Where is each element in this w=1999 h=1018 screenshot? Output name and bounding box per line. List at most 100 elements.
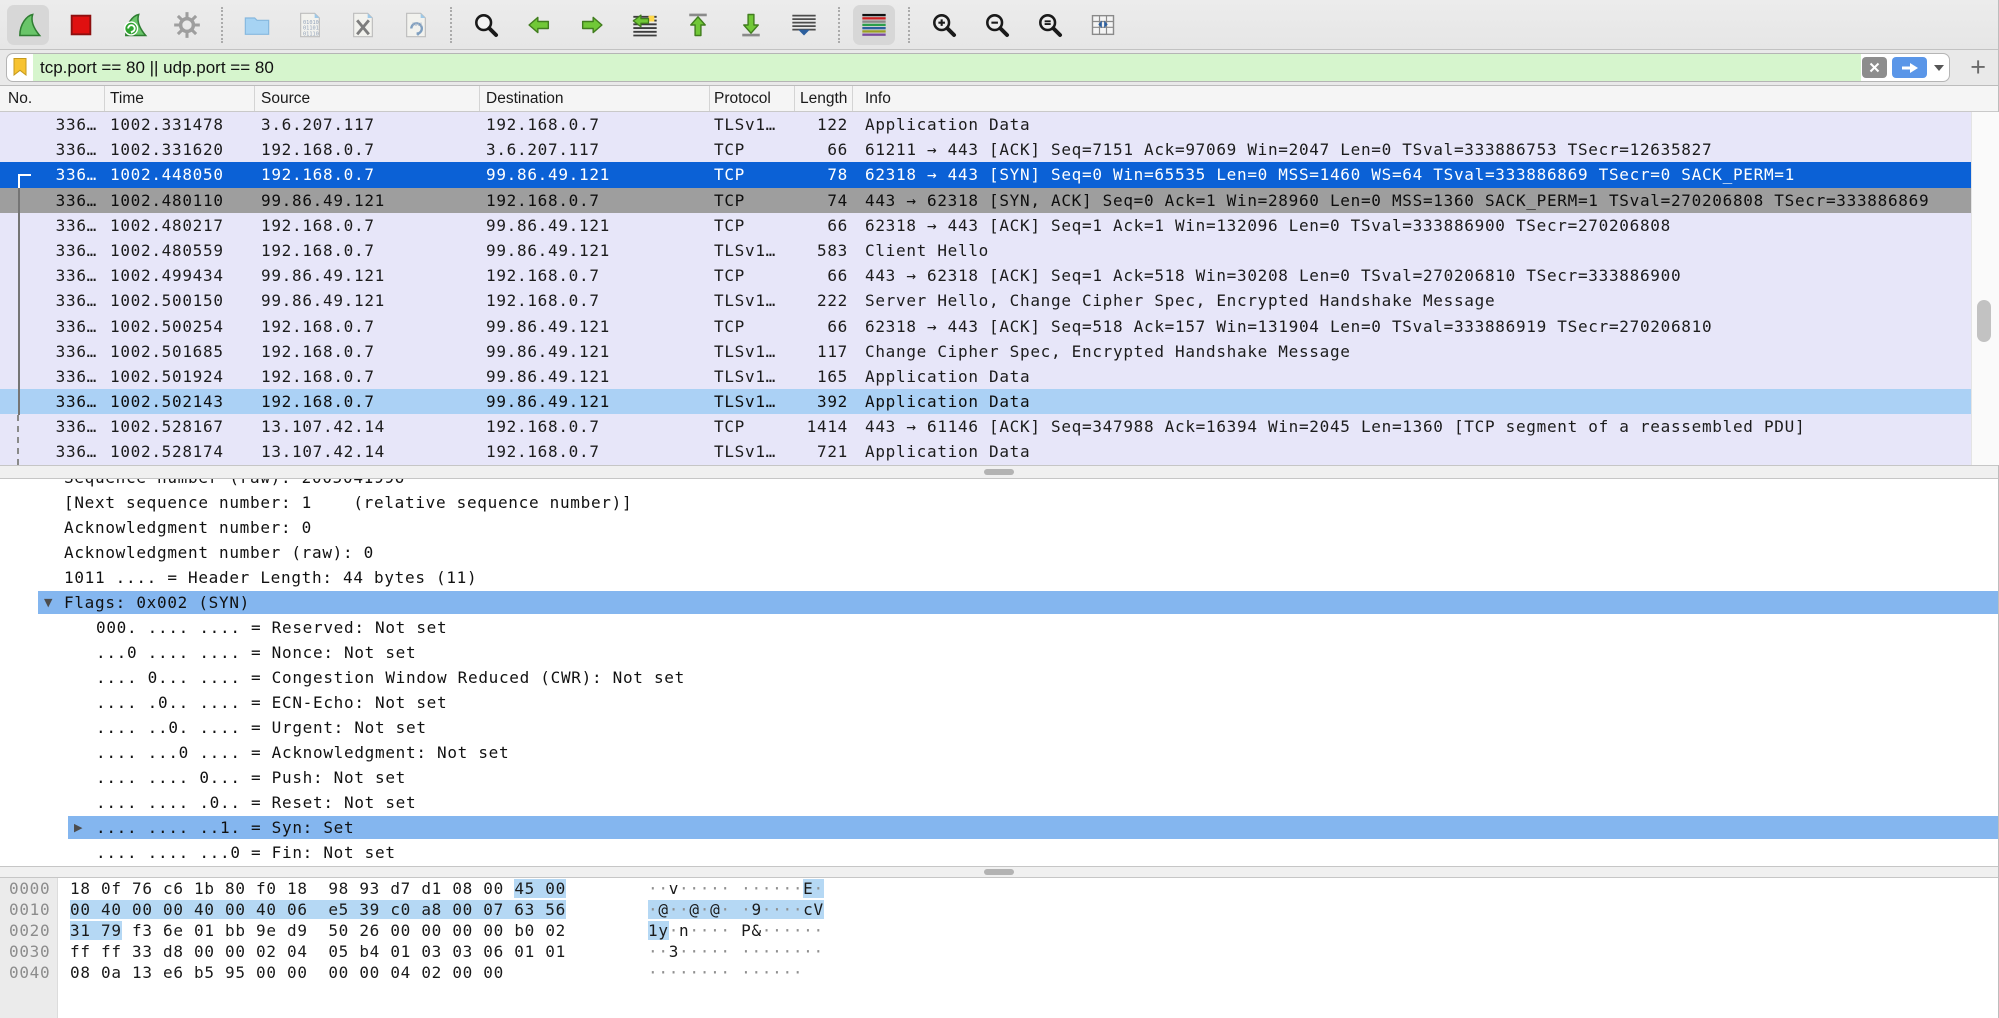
splitter-grip[interactable] [984, 469, 1014, 475]
packet-row[interactable]: 336…1002.501924192.168.0.799.86.49.121TL… [0, 364, 1998, 389]
colorize-button[interactable] [853, 5, 895, 45]
stop-capture-button[interactable] [60, 5, 102, 45]
zoom-reset-icon [1036, 11, 1064, 39]
bookmark-icon[interactable] [13, 58, 27, 81]
go-back-button[interactable] [518, 5, 560, 45]
detail-line[interactable]: .... .... 0... = Push: Not set [0, 765, 1998, 790]
detail-line[interactable]: .... .... ...0 = Fin: Not set [0, 840, 1998, 865]
detail-line[interactable]: 1011 .... = Header Length: 44 bytes (11) [0, 565, 1998, 590]
start-capture-button[interactable] [7, 5, 49, 45]
scrollbar-thumb[interactable] [1977, 300, 1991, 342]
go-first-button[interactable] [677, 5, 719, 45]
clear-filter-button[interactable] [1862, 57, 1887, 78]
zoom-in-button[interactable] [923, 5, 965, 45]
hex-bytes: 31 79 f3 6e 01 bb 9e d9 50 26 00 00 00 0… [70, 921, 566, 940]
resize-columns-button[interactable] [1082, 5, 1124, 45]
hex-row[interactable]: 0030ff ff 33 d8 00 00 02 04 05 b4 01 03 … [0, 941, 1998, 962]
cell-len: 78 [795, 162, 853, 187]
packet-row[interactable]: 336…1002.480217192.168.0.799.86.49.121TC… [0, 213, 1998, 238]
save-file-button[interactable]: 010100110101110 [289, 5, 331, 45]
cell-len: 66 [795, 314, 853, 339]
hex-ascii: ··v····· ······E· [648, 878, 824, 899]
column-header-no[interactable]: No. [0, 86, 105, 111]
detail-line[interactable]: Acknowledgment number (raw): 0 [0, 540, 1998, 565]
arrow-left-icon [525, 11, 553, 39]
detail-line[interactable]: ...0 .... .... = Nonce: Not set [0, 640, 1998, 665]
cell-dst: 99.86.49.121 [480, 389, 710, 414]
find-packet-button[interactable] [465, 5, 507, 45]
pane-splitter[interactable] [0, 866, 1998, 878]
splitter-grip[interactable] [984, 869, 1014, 875]
detail-line[interactable]: Sequence number (raw): 2005041996 [0, 479, 1998, 490]
cell-len: 66 [795, 137, 853, 162]
filter-dropdown-caret[interactable] [1934, 65, 1944, 71]
filter-query-text[interactable]: tcp.port == 80 || udp.port == 80 [40, 54, 274, 81]
pane-splitter[interactable] [0, 465, 1998, 479]
filter-input[interactable]: tcp.port == 80 || udp.port == 80 [6, 53, 1950, 82]
search-icon [472, 11, 500, 39]
hex-row[interactable]: 004008 0a 13 e6 b5 95 00 00 00 00 04 02 … [0, 962, 1998, 983]
detail-line[interactable]: .... .0.. .... = ECN-Echo: Not set [0, 690, 1998, 715]
column-header-source[interactable]: Source [255, 86, 480, 111]
packet-row[interactable]: 336…1002.48011099.86.49.121192.168.0.7TC… [0, 188, 1998, 213]
detail-line[interactable]: .... ..0. .... = Urgent: Not set [0, 715, 1998, 740]
packet-row[interactable]: 336…1002.480559192.168.0.799.86.49.121TL… [0, 238, 1998, 263]
packet-row[interactable]: 336…1002.502143192.168.0.799.86.49.121TL… [0, 389, 1998, 414]
toolbar-separator [908, 7, 910, 43]
close-file-button[interactable] [342, 5, 384, 45]
column-header-protocol[interactable]: Protocol [710, 86, 795, 111]
cell-src: 192.168.0.7 [255, 238, 480, 263]
open-file-button[interactable] [236, 5, 278, 45]
reload-file-button[interactable]: 1011 [395, 5, 437, 45]
packet-row[interactable]: 336…1002.500254192.168.0.799.86.49.121TC… [0, 314, 1998, 339]
cell-len: 222 [795, 288, 853, 313]
cell-info: Change Cipher Spec, Encrypted Handshake … [853, 339, 1998, 364]
detail-line[interactable]: [Next sequence number: 1 (relative seque… [0, 490, 1998, 515]
packet-row[interactable]: 336…1002.448050192.168.0.799.86.49.121TC… [0, 162, 1998, 187]
cell-len: 392 [795, 389, 853, 414]
add-filter-button[interactable]: + [1970, 50, 1986, 86]
detail-line[interactable]: Acknowledgment number: 0 [0, 515, 1998, 540]
cell-time: 1002.499434 [105, 263, 255, 288]
column-header-length[interactable]: Length [795, 86, 853, 111]
go-last-button[interactable] [730, 5, 772, 45]
collapse-triangle-icon[interactable]: ▼ [44, 590, 53, 615]
packet-row[interactable]: 336…1002.50015099.86.49.121192.168.0.7TL… [0, 288, 1998, 313]
hex-rows: 000018 0f 76 c6 1b 80 f0 18 98 93 d7 d1 … [0, 878, 1998, 983]
zoom-out-button[interactable] [976, 5, 1018, 45]
cell-proto: TCP [710, 263, 795, 288]
packet-row[interactable]: 336…1002.3314783.6.207.117192.168.0.7TLS… [0, 112, 1998, 137]
detail-highlight-bar [68, 816, 1998, 839]
go-forward-button[interactable] [571, 5, 613, 45]
cell-src: 192.168.0.7 [255, 314, 480, 339]
detail-line[interactable]: 000. .... .... = Reserved: Not set [0, 615, 1998, 640]
column-header-time[interactable]: Time [105, 86, 255, 111]
hex-row[interactable]: 002031 79 f3 6e 01 bb 9e d9 50 26 00 00 … [0, 920, 1998, 941]
detail-line[interactable]: ▶.... .... ..1. = Syn: Set [0, 815, 1998, 840]
cell-info: Application Data [853, 112, 1998, 137]
auto-scroll-button[interactable] [783, 5, 825, 45]
packet-row[interactable]: 336…1002.52816713.107.42.14192.168.0.7TC… [0, 414, 1998, 439]
zoom-reset-button[interactable] [1029, 5, 1071, 45]
packet-row[interactable]: 336…1002.501685192.168.0.799.86.49.121TL… [0, 339, 1998, 364]
arrow-up-icon [684, 11, 712, 39]
detail-line[interactable]: ▼Flags: 0x002 (SYN) [0, 590, 1998, 615]
detail-line[interactable]: .... .... .0.. = Reset: Not set [0, 790, 1998, 815]
cell-time: 1002.331478 [105, 112, 255, 137]
detail-line[interactable]: .... 0... .... = Congestion Window Reduc… [0, 665, 1998, 690]
capture-options-button[interactable] [166, 5, 208, 45]
expand-triangle-icon[interactable]: ▶ [74, 815, 83, 840]
packet-list-scrollbar[interactable] [1971, 112, 1999, 465]
hex-row[interactable]: 001000 40 00 00 40 00 40 06 e5 39 c0 a8 … [0, 899, 1998, 920]
packet-row[interactable]: 336…1002.52817413.107.42.14192.168.0.7TL… [0, 439, 1998, 464]
hex-row[interactable]: 000018 0f 76 c6 1b 80 f0 18 98 93 d7 d1 … [0, 878, 1998, 899]
detail-line[interactable]: .... ...0 .... = Acknowledgment: Not set [0, 740, 1998, 765]
restart-capture-button[interactable] [113, 5, 155, 45]
packet-row[interactable]: 336…1002.49943499.86.49.121192.168.0.7TC… [0, 263, 1998, 288]
go-to-packet-button[interactable] [624, 5, 666, 45]
column-header-info[interactable]: Info [853, 86, 1998, 111]
apply-filter-button[interactable] [1892, 57, 1927, 78]
column-header-destination[interactable]: Destination [480, 86, 710, 111]
hex-offset: 0040 [0, 962, 57, 983]
packet-row[interactable]: 336…1002.331620192.168.0.73.6.207.117TCP… [0, 137, 1998, 162]
